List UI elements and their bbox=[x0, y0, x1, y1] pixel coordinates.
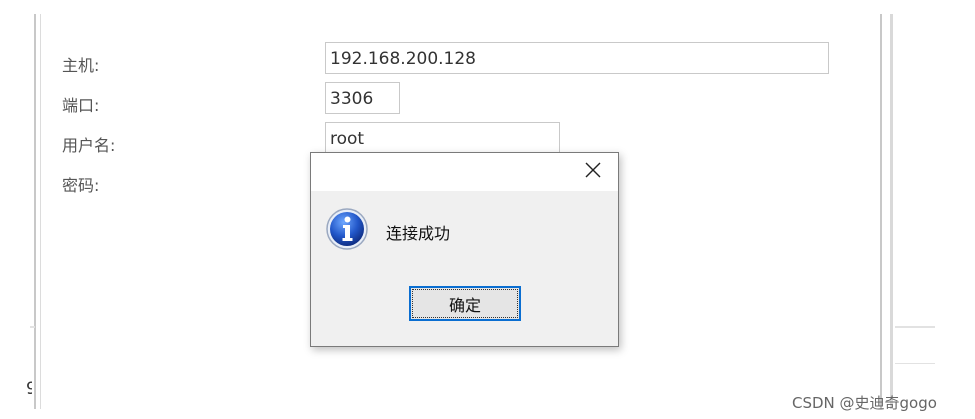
window-left-edge-inner bbox=[40, 14, 41, 409]
divider bbox=[895, 363, 935, 364]
username-input[interactable]: root bbox=[325, 122, 560, 154]
dialog-titlebar bbox=[311, 153, 618, 191]
window-right-edge bbox=[880, 14, 882, 409]
watermark: CSDN @史迪奇gogo bbox=[792, 394, 937, 412]
host-label: 主机: bbox=[62, 56, 100, 75]
port-input[interactable]: 3306 bbox=[325, 82, 400, 114]
divider bbox=[895, 326, 935, 328]
window-right-edge-outer bbox=[890, 14, 893, 409]
info-icon bbox=[326, 208, 368, 250]
username-label: 用户名: bbox=[62, 136, 116, 155]
window-left-edge bbox=[34, 14, 36, 409]
host-input[interactable]: 192.168.200.128 bbox=[325, 42, 829, 74]
port-label: 端口: bbox=[62, 96, 100, 115]
close-icon[interactable] bbox=[582, 159, 604, 181]
ok-button[interactable]: 确定 bbox=[409, 286, 521, 321]
divider bbox=[30, 326, 35, 328]
dialog-message: 连接成功 bbox=[386, 224, 451, 243]
partial-text: 9 bbox=[26, 379, 32, 399]
password-label: 密码: bbox=[62, 176, 100, 195]
message-dialog: 连接成功 确定 bbox=[310, 152, 619, 347]
